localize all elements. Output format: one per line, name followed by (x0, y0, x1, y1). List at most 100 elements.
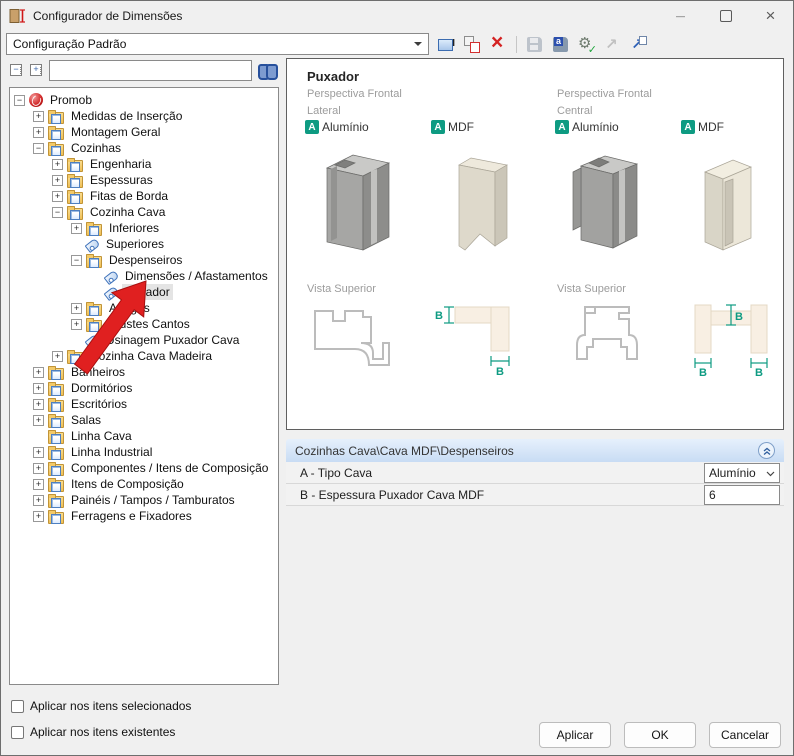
tree-item[interactable]: +Medidas de Inserção (10, 108, 278, 124)
chevron-down-icon[interactable] (414, 42, 422, 46)
expand-expander-icon[interactable]: + (33, 447, 44, 458)
tree-item[interactable]: Linha Cava (10, 428, 278, 444)
export-icon[interactable] (552, 36, 569, 53)
checkbox-label: Aplicar nos itens existentes (30, 725, 175, 739)
door-dimension-icon (9, 8, 26, 24)
tree-item[interactable]: Superiores (10, 236, 278, 252)
rename-icon[interactable] (438, 36, 455, 53)
checkbox-unchecked[interactable] (11, 726, 24, 739)
expand-expander-icon[interactable]: + (33, 383, 44, 394)
top-view-label: Vista Superior (557, 283, 626, 295)
expand-expander-icon[interactable]: + (52, 351, 63, 362)
tree-item[interactable]: +Inferiores (10, 220, 278, 236)
tree-item[interactable]: + Espessuras (10, 172, 278, 188)
tree-item[interactable]: +Componentes / Itens de Composição (10, 460, 278, 476)
expand-expander-icon[interactable]: + (33, 111, 44, 122)
delete-icon[interactable] (490, 36, 507, 53)
collapse-expander-icon[interactable]: − (14, 95, 25, 106)
tree-item[interactable]: +Linha Industrial (10, 444, 278, 460)
tree-item[interactable]: −Cozinha Cava (10, 204, 278, 220)
tree-item[interactable]: Usinagem Puxador Cava (10, 332, 278, 348)
arrow-import-icon[interactable] (630, 36, 647, 53)
tree-item[interactable]: +Fitas de Borda (10, 188, 278, 204)
collapse-all-icon[interactable] (9, 62, 24, 78)
binoculars-search-icon[interactable] (257, 62, 279, 79)
expand-expander-icon[interactable]: + (33, 463, 44, 474)
tree-item[interactable]: +Engenharia (10, 156, 278, 172)
folder-icon (86, 320, 102, 332)
tree-item[interactable]: +Cozinha Cava Madeira (10, 348, 278, 364)
tree-item[interactable]: +Montagem Geral (10, 124, 278, 140)
tree-item[interactable]: +Painéis / Tampos / Tamburatos (10, 492, 278, 508)
globe-icon (29, 93, 43, 107)
close-icon[interactable] (748, 1, 793, 31)
tree-item[interactable]: +Ajustes Cantos (10, 316, 278, 332)
tree-item[interactable]: +Salas (10, 412, 278, 428)
expand-expander-icon[interactable]: + (71, 223, 82, 234)
apply-existing-items-option[interactable]: Aplicar nos itens existentes (11, 719, 191, 745)
topview-lateral-mdf-dims: B B (431, 297, 535, 377)
tree-item-label: Superiores (103, 236, 167, 252)
expand-expander-icon[interactable]: + (33, 415, 44, 426)
tree-item[interactable]: +Dormitórios (10, 380, 278, 396)
tree-item[interactable]: + Itens de Composição (10, 476, 278, 492)
espessura-input[interactable]: 6 (704, 485, 780, 505)
tree-item[interactable]: − Cozinhas (10, 140, 278, 156)
expand-expander-icon[interactable]: + (33, 511, 44, 522)
folder-icon (67, 208, 83, 220)
expand-expander-icon[interactable]: + (33, 495, 44, 506)
folder-icon (48, 416, 64, 428)
tree-item-label: Itens de Composição (68, 476, 187, 492)
topview-central-mdf-dims: B B B (681, 297, 785, 377)
tree-item-label: Adegas (106, 300, 153, 316)
tree-item[interactable]: Dimensões / Afastamentos (10, 268, 278, 284)
tree-item-label: Espessuras (87, 172, 156, 188)
tree-item[interactable]: −Promob (10, 92, 278, 108)
gear-check-icon[interactable] (578, 36, 595, 53)
tree-item[interactable]: +Escritórios (10, 396, 278, 412)
tree-item[interactable]: + Banheiros (10, 364, 278, 380)
chevron-double-up-icon[interactable] (758, 442, 775, 459)
preview-panel: Puxador Perspectiva Frontal Lateral A Al… (286, 58, 784, 430)
folder-icon (48, 384, 64, 396)
expand-expander-icon[interactable]: + (71, 319, 82, 330)
folder-icon (48, 496, 64, 508)
tree-item-label: Usinagem Puxador Cava (103, 332, 242, 348)
aplicar-button[interactable]: Aplicar (539, 722, 611, 748)
tree-item-label: Banheiros (68, 364, 128, 380)
expand-expander-icon[interactable]: + (71, 303, 82, 314)
position-label: Lateral (307, 105, 341, 117)
expand-expander-icon[interactable]: + (33, 127, 44, 138)
expand-expander-icon[interactable]: + (33, 367, 44, 378)
tree-item[interactable]: +Ferragens e Fixadores (10, 508, 278, 524)
collapse-expander-icon[interactable]: − (71, 255, 82, 266)
search-input[interactable] (49, 60, 252, 81)
expand-expander-icon[interactable]: + (33, 479, 44, 490)
tree-item[interactable]: Puxador (10, 284, 278, 300)
dialog-buttons: Aplicar OK Cancelar (539, 722, 781, 748)
ok-button[interactable]: OK (624, 722, 696, 748)
tree-item-label: Cozinhas (68, 140, 124, 156)
maximize-icon[interactable] (703, 1, 748, 31)
apply-selected-items-option[interactable]: Aplicar nos itens selecionados (11, 693, 191, 719)
tree-item-label: Dimensões / Afastamentos (122, 268, 271, 284)
expand-expander-icon[interactable]: + (33, 399, 44, 410)
duplicate-icon[interactable] (464, 36, 481, 53)
collapse-expander-icon[interactable]: − (52, 207, 63, 218)
minimize-icon[interactable] (658, 1, 703, 31)
expand-expander-icon[interactable]: + (52, 191, 63, 202)
checkbox-unchecked[interactable] (11, 700, 24, 713)
tree-item[interactable]: + Adegas (10, 300, 278, 316)
svg-text:B: B (699, 367, 707, 377)
configuration-combobox[interactable]: Configuração Padrão (6, 33, 429, 55)
folder-icon (48, 368, 64, 380)
expand-expander-icon[interactable]: + (52, 175, 63, 186)
chevron-down-icon[interactable] (766, 466, 775, 480)
collapse-expander-icon[interactable]: − (33, 143, 44, 154)
cancelar-button[interactable]: Cancelar (709, 722, 781, 748)
tree-item[interactable]: −Despenseiros (10, 252, 278, 268)
folder-icon (48, 480, 64, 492)
tipo-cava-select[interactable]: Alumínio (704, 463, 780, 483)
expand-all-icon[interactable] (29, 62, 44, 78)
expand-expander-icon[interactable]: + (52, 159, 63, 170)
